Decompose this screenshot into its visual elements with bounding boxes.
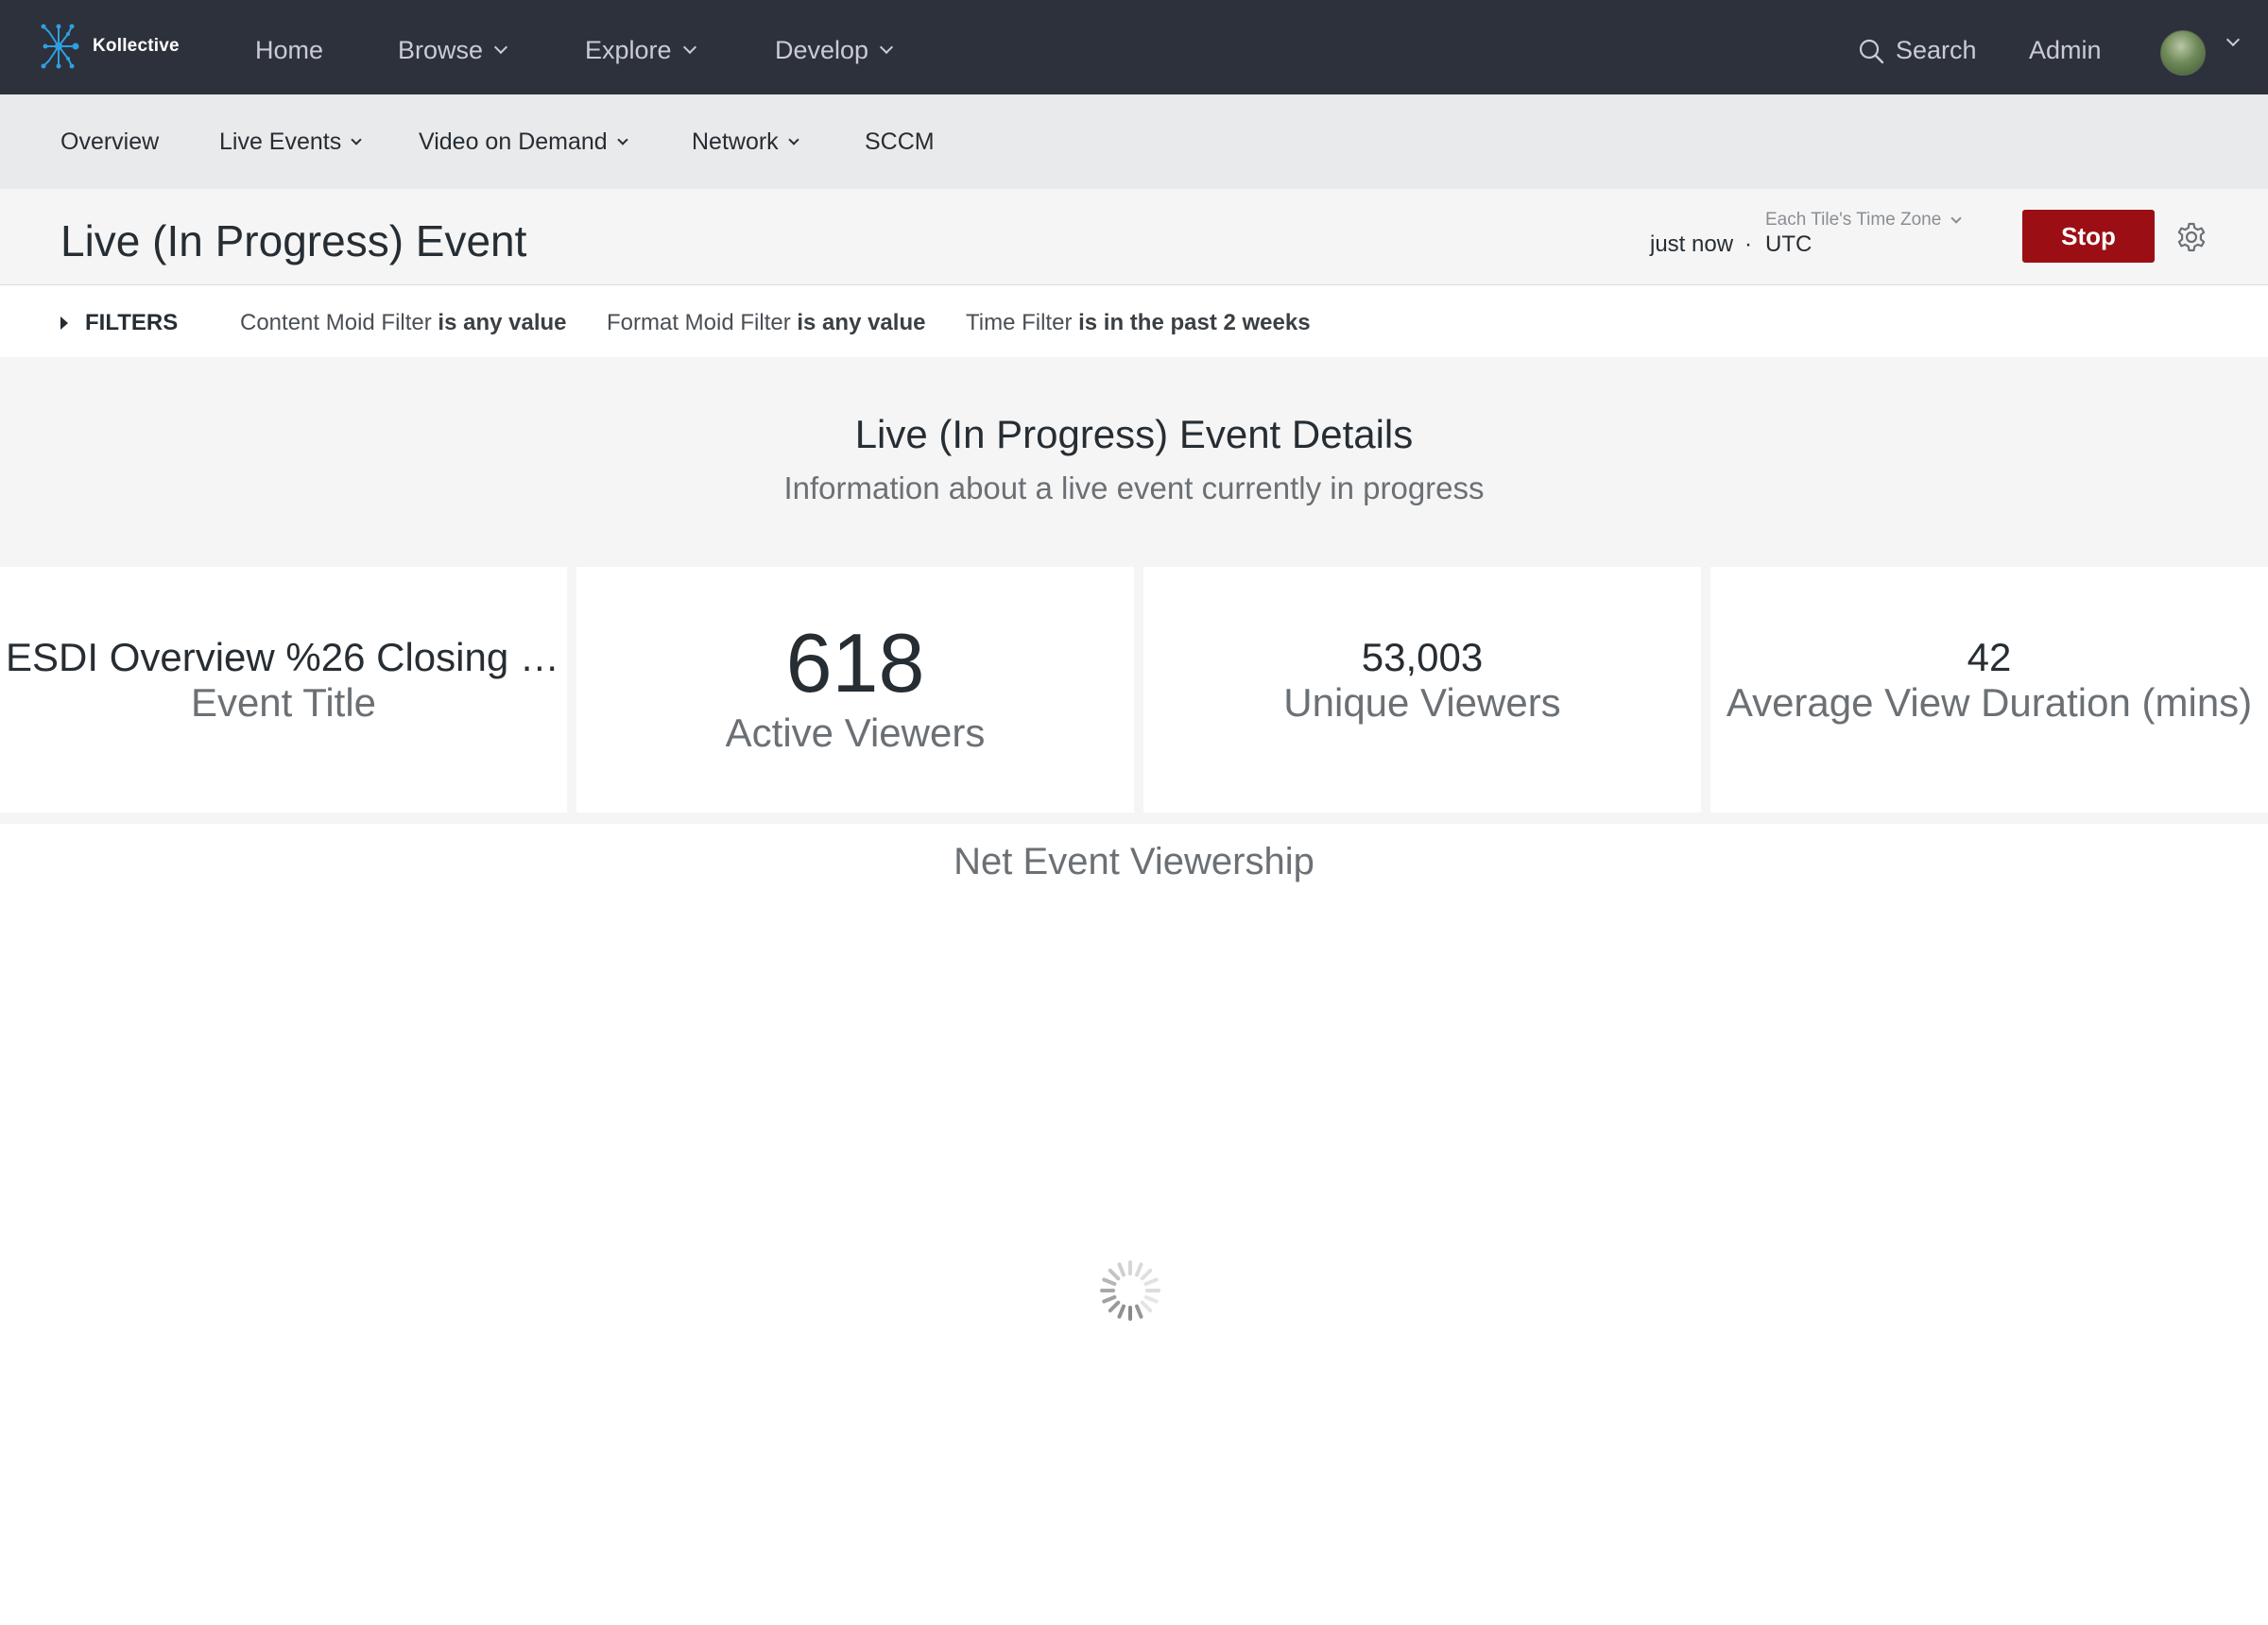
loading-spinner-icon: [1100, 1260, 1160, 1321]
tile-active-viewers[interactable]: 618 Active Viewers: [576, 567, 1134, 812]
tile-average-view-duration[interactable]: 42 Average View Duration (mins): [1710, 567, 2268, 812]
filter-time[interactable]: Time Filter is in the past 2 weeks: [966, 310, 1311, 336]
timezone-selector[interactable]: Each Tile's Time Zone: [1765, 210, 1962, 231]
filter-condition: is any value: [438, 310, 567, 335]
expand-caret-icon: [60, 316, 68, 330]
chevron-down-icon: [879, 40, 894, 55]
filters-toggle-label: FILTERS: [85, 310, 179, 335]
tile-value: 53,003: [1361, 635, 1484, 679]
chevron-down-icon: [788, 134, 799, 145]
section-title: Live (In Progress) Event Details: [854, 412, 1414, 456]
nav-explore-label: Explore: [585, 36, 672, 64]
tile-net-event-viewership[interactable]: [0, 824, 2268, 1625]
tile-label: Unique Viewers: [1283, 680, 1561, 725]
tile-event-title[interactable]: ESDI Overview %26 Closing Ses... Event T…: [0, 567, 567, 812]
tile-value: 618: [785, 616, 925, 710]
search-label: Search: [1896, 36, 1977, 64]
nav-home-label: Home: [255, 36, 324, 64]
chevron-down-icon: [493, 40, 508, 55]
subnav-network-label: Network: [692, 128, 779, 155]
subnav-video-on-demand[interactable]: Video on Demand: [419, 128, 628, 156]
chevron-down-icon: [682, 40, 696, 55]
tile-label: Event Title: [190, 680, 377, 725]
chevron-down-icon: [1950, 212, 1962, 224]
subnav-overview-label: Overview: [60, 128, 160, 155]
chart-title: Net Event Viewership: [954, 841, 1314, 882]
page-title: Live (In Progress) Event: [60, 216, 527, 265]
gear-icon[interactable]: [2175, 221, 2208, 253]
filter-format-moid[interactable]: Format Moid Filter is any value: [607, 310, 925, 336]
filter-name: Content Moid Filter: [240, 310, 432, 335]
chevron-down-icon: [617, 134, 628, 145]
timezone-value: UTC: [1765, 231, 1813, 257]
separator-dot: ·: [1744, 231, 1752, 257]
nav-browse[interactable]: Browse: [398, 36, 508, 65]
tile-label: Active Viewers: [725, 710, 986, 755]
tile-unique-viewers[interactable]: 53,003 Unique Viewers: [1143, 567, 1701, 812]
tile-label: Average View Duration (mins): [1726, 680, 2253, 725]
user-avatar[interactable]: [2160, 30, 2206, 76]
tile-value: ESDI Overview %26 Closing Ses...: [6, 635, 567, 679]
subnav-live-events-label: Live Events: [219, 128, 342, 155]
kollective-logo[interactable]: Kollective: [40, 17, 180, 76]
tile-value: 42: [1967, 635, 2012, 679]
nav-develop[interactable]: Develop: [775, 36, 894, 65]
brand-name: Kollective: [93, 36, 180, 56]
search-icon: [1859, 39, 1884, 63]
timezone-selector-label: Each Tile's Time Zone: [1765, 210, 1942, 230]
filter-condition: is any value: [797, 310, 926, 335]
filter-name: Format Moid Filter: [607, 310, 791, 335]
nav-browse-label: Browse: [398, 36, 484, 64]
subnav-sccm[interactable]: SCCM: [865, 128, 935, 156]
nav-explore[interactable]: Explore: [585, 36, 696, 65]
kollective-logo-icon: [41, 24, 79, 69]
subnav-sccm-label: SCCM: [865, 128, 935, 155]
subnav-network[interactable]: Network: [692, 128, 799, 156]
filter-name: Time Filter: [966, 310, 1073, 335]
search-button[interactable]: Search: [1858, 36, 1977, 65]
subnav-live-events[interactable]: Live Events: [219, 128, 362, 156]
admin-label: Admin: [2029, 36, 2102, 64]
section-subtitle: Information about a live event currently…: [783, 470, 1485, 505]
admin-link[interactable]: Admin: [2029, 36, 2102, 65]
chevron-down-icon: [351, 134, 362, 145]
subnav-video-on-demand-label: Video on Demand: [419, 128, 608, 155]
stop-button[interactable]: Stop: [2022, 210, 2155, 263]
filter-content-moid[interactable]: Content Moid Filter is any value: [240, 310, 567, 336]
filters-toggle[interactable]: FILTERS: [60, 310, 178, 336]
nav-home[interactable]: Home: [255, 36, 323, 65]
filter-condition: is in the past 2 weeks: [1078, 310, 1311, 335]
subnav-overview[interactable]: Overview: [60, 128, 159, 156]
last-updated: just now: [1650, 231, 1734, 257]
nav-develop-label: Develop: [775, 36, 869, 64]
